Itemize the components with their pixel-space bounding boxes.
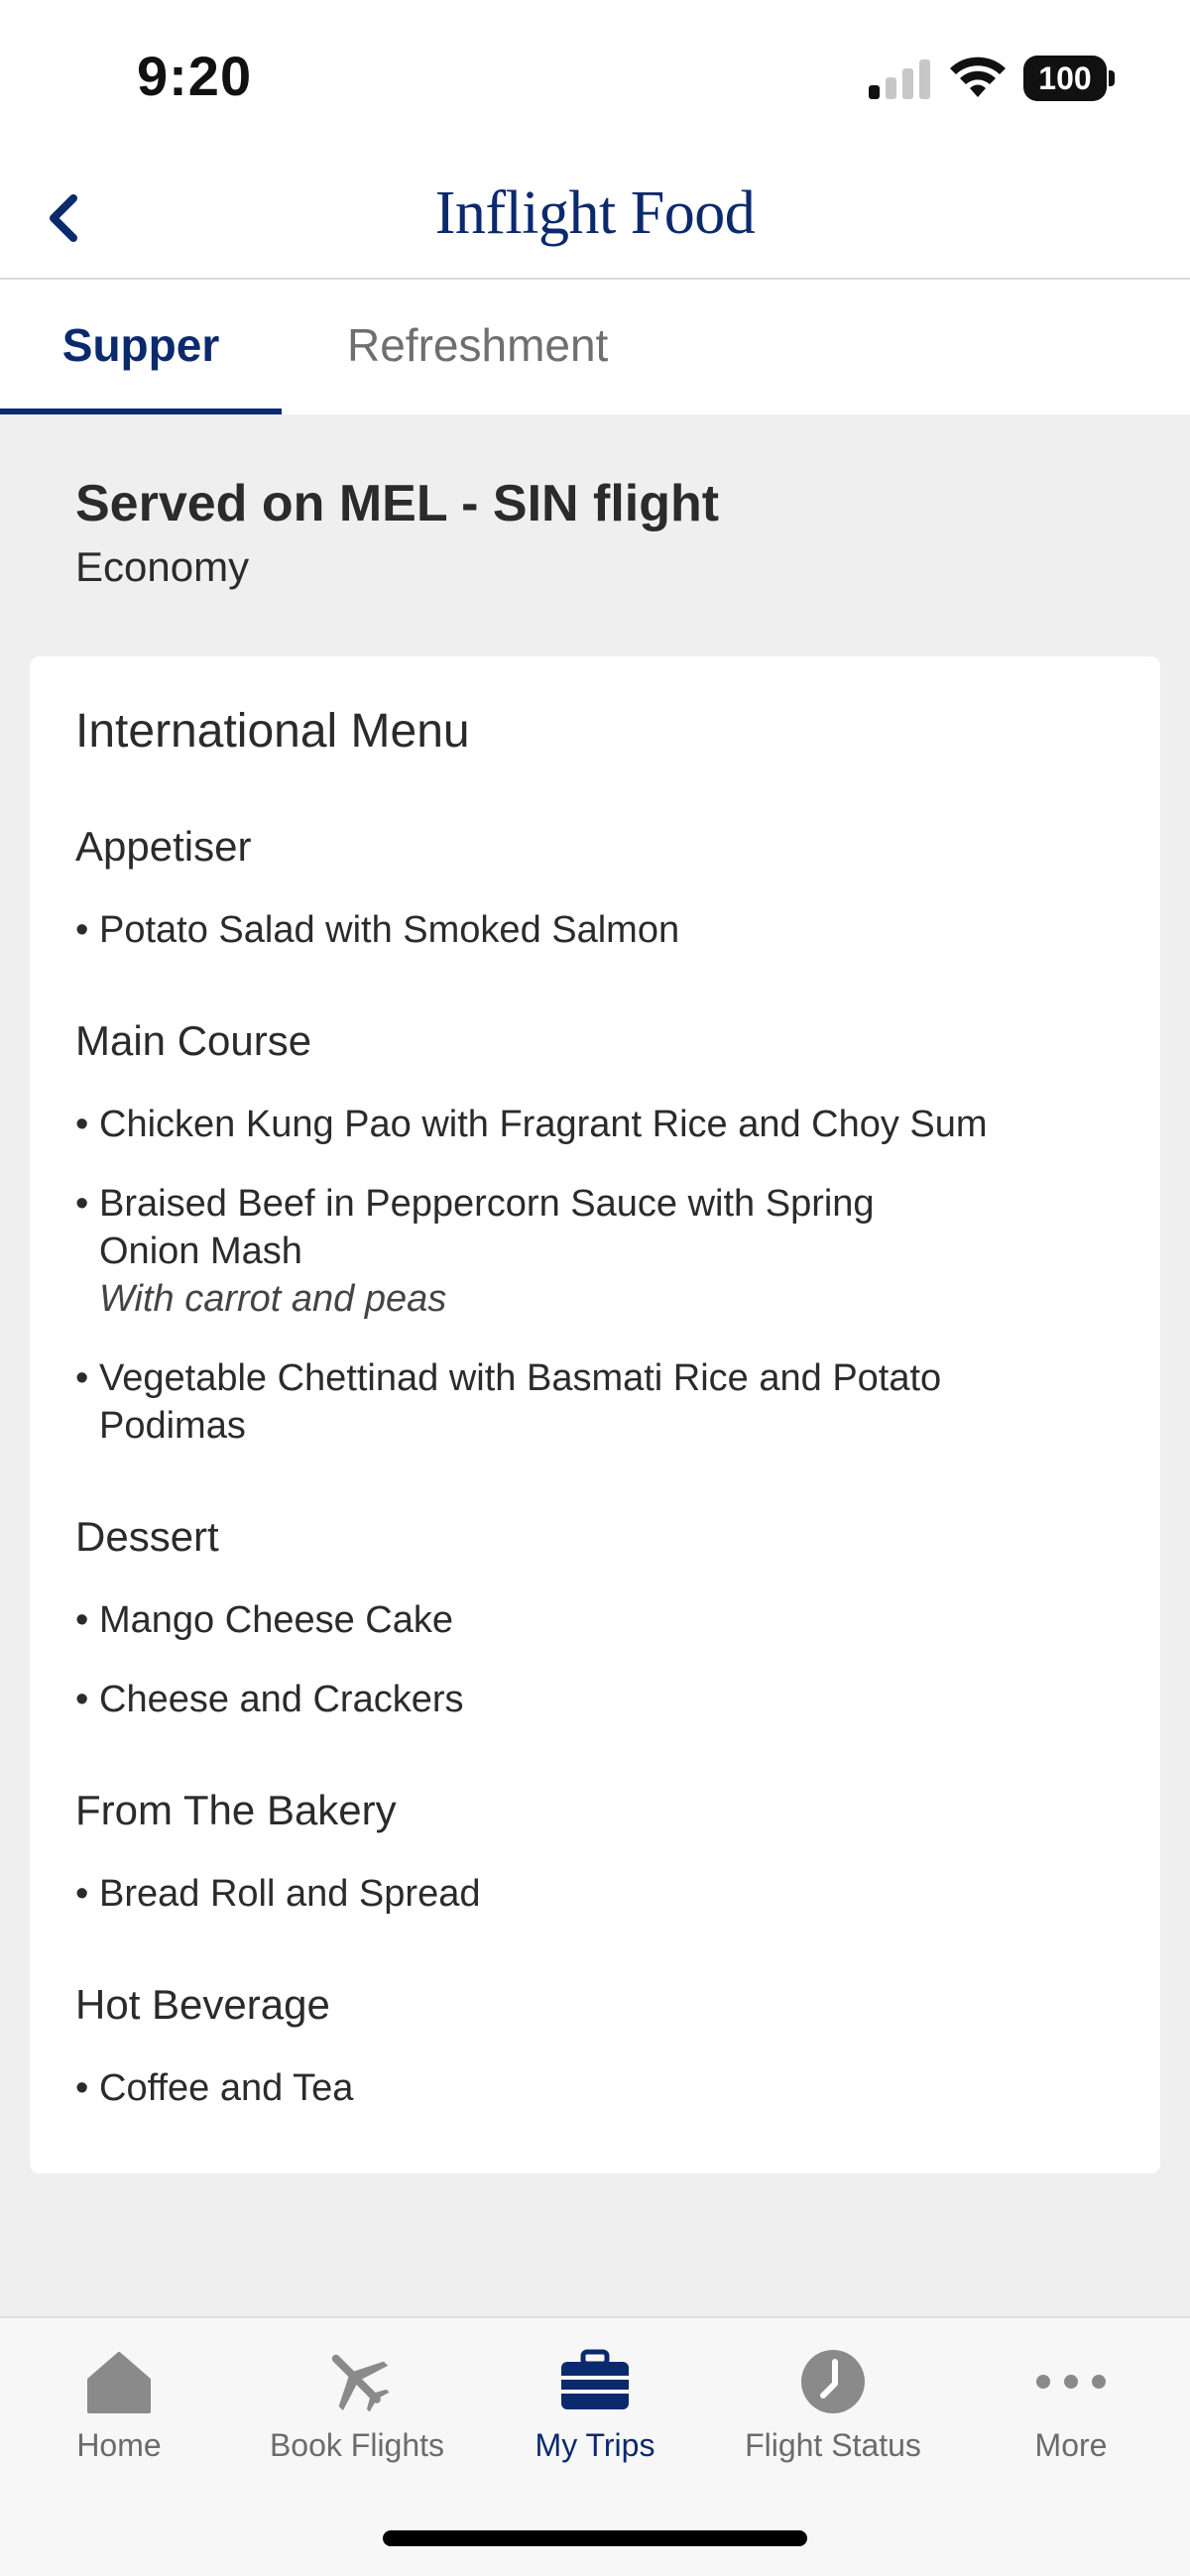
menu-item-text: Coffee and Tea xyxy=(99,2067,354,2109)
cellular-signal-icon xyxy=(869,58,932,99)
home-icon xyxy=(87,2352,151,2413)
section-heading-dessert: Dessert xyxy=(75,1513,219,1560)
active-tab-indicator xyxy=(0,409,282,414)
menu-item: • Coffee and Tea xyxy=(75,2064,1067,2112)
section-heading-hot-beverage: Hot Beverage xyxy=(75,1981,330,2028)
section-heading-bakery: From The Bakery xyxy=(75,1787,397,1833)
wifi-icon xyxy=(950,57,1006,97)
nav-more[interactable]: More xyxy=(952,2318,1190,2497)
battery-tip xyxy=(1109,70,1115,86)
meal-tabs: Supper Refreshment xyxy=(0,280,1190,414)
menu-item: • Bread Roll and Spread xyxy=(75,1870,1067,1918)
section-heading-appetiser: Appetiser xyxy=(75,823,252,870)
menu-item-note: With carrot and peas xyxy=(99,1278,447,1320)
menu-item-text: Bread Roll and Spread xyxy=(99,1873,481,1915)
battery-icon: 100 xyxy=(1023,56,1107,101)
airplane-icon xyxy=(331,2354,390,2412)
nav-my-trips[interactable]: My Trips xyxy=(476,2318,714,2497)
nav-home-label: Home xyxy=(76,2427,162,2463)
cabin-class: Economy xyxy=(75,543,250,590)
menu-item-text: Vegetable Chettinad with Basmati Rice an… xyxy=(99,1357,942,1399)
menu-item: • Chicken Kung Pao with Fragrant Rice an… xyxy=(75,1101,1067,1148)
section-heading-main-course: Main Course xyxy=(75,1017,312,1064)
menu-item-text: Potato Salad with Smoked Salmon xyxy=(99,909,680,951)
menu-item: • Braised Beef in Peppercorn Sauce with … xyxy=(75,1180,1067,1323)
nav-flight-status-label: Flight Status xyxy=(745,2427,921,2463)
nav-flight-status[interactable]: Flight Status xyxy=(714,2318,952,2497)
nav-header: Inflight Food xyxy=(0,159,1190,280)
page-title: Inflight Food xyxy=(434,179,756,247)
menu-item-text: Podimas xyxy=(99,1405,246,1447)
menu-item-text: Mango Cheese Cake xyxy=(99,1599,453,1641)
menu-item: • Cheese and Crackers xyxy=(75,1676,1067,1723)
menu-item-text: Onion Mash xyxy=(99,1230,302,1272)
suitcase-icon xyxy=(561,2349,629,2409)
menu-card: International Menu Appetiser • Potato Sa… xyxy=(30,656,1160,2173)
menu-item-text: Cheese and Crackers xyxy=(99,1679,464,1720)
status-bar: 9:20 100 xyxy=(0,0,1190,159)
tab-refreshment[interactable]: Refreshment xyxy=(347,280,608,414)
nav-home[interactable]: Home xyxy=(0,2318,238,2497)
served-flight-title: Served on MEL - SIN flight xyxy=(75,475,720,532)
tab-refreshment-label: Refreshment xyxy=(347,319,609,371)
home-indicator[interactable] xyxy=(383,2530,807,2546)
menu-item-text: Chicken Kung Pao with Fragrant Rice and … xyxy=(99,1104,988,1145)
status-time: 9:20 xyxy=(137,45,253,107)
menu-item-text: Braised Beef in Peppercorn Sauce with Sp… xyxy=(99,1183,875,1225)
tab-supper-label: Supper xyxy=(61,319,220,371)
more-dots-icon xyxy=(1036,2375,1106,2389)
menu-item: • Vegetable Chettinad with Basmati Rice … xyxy=(75,1354,1067,1450)
nav-book-flights[interactable]: Book Flights xyxy=(238,2318,476,2497)
clock-icon xyxy=(801,2350,865,2413)
menu-item: • Mango Cheese Cake xyxy=(75,1596,1067,1644)
nav-more-label: More xyxy=(1034,2427,1108,2463)
nav-my-trips-label: My Trips xyxy=(535,2427,655,2463)
menu-title: International Menu xyxy=(75,705,470,758)
nav-book-flights-label: Book Flights xyxy=(269,2427,445,2463)
menu-item: • Potato Salad with Smoked Salmon xyxy=(75,906,1067,954)
tab-supper[interactable]: Supper xyxy=(0,280,282,414)
